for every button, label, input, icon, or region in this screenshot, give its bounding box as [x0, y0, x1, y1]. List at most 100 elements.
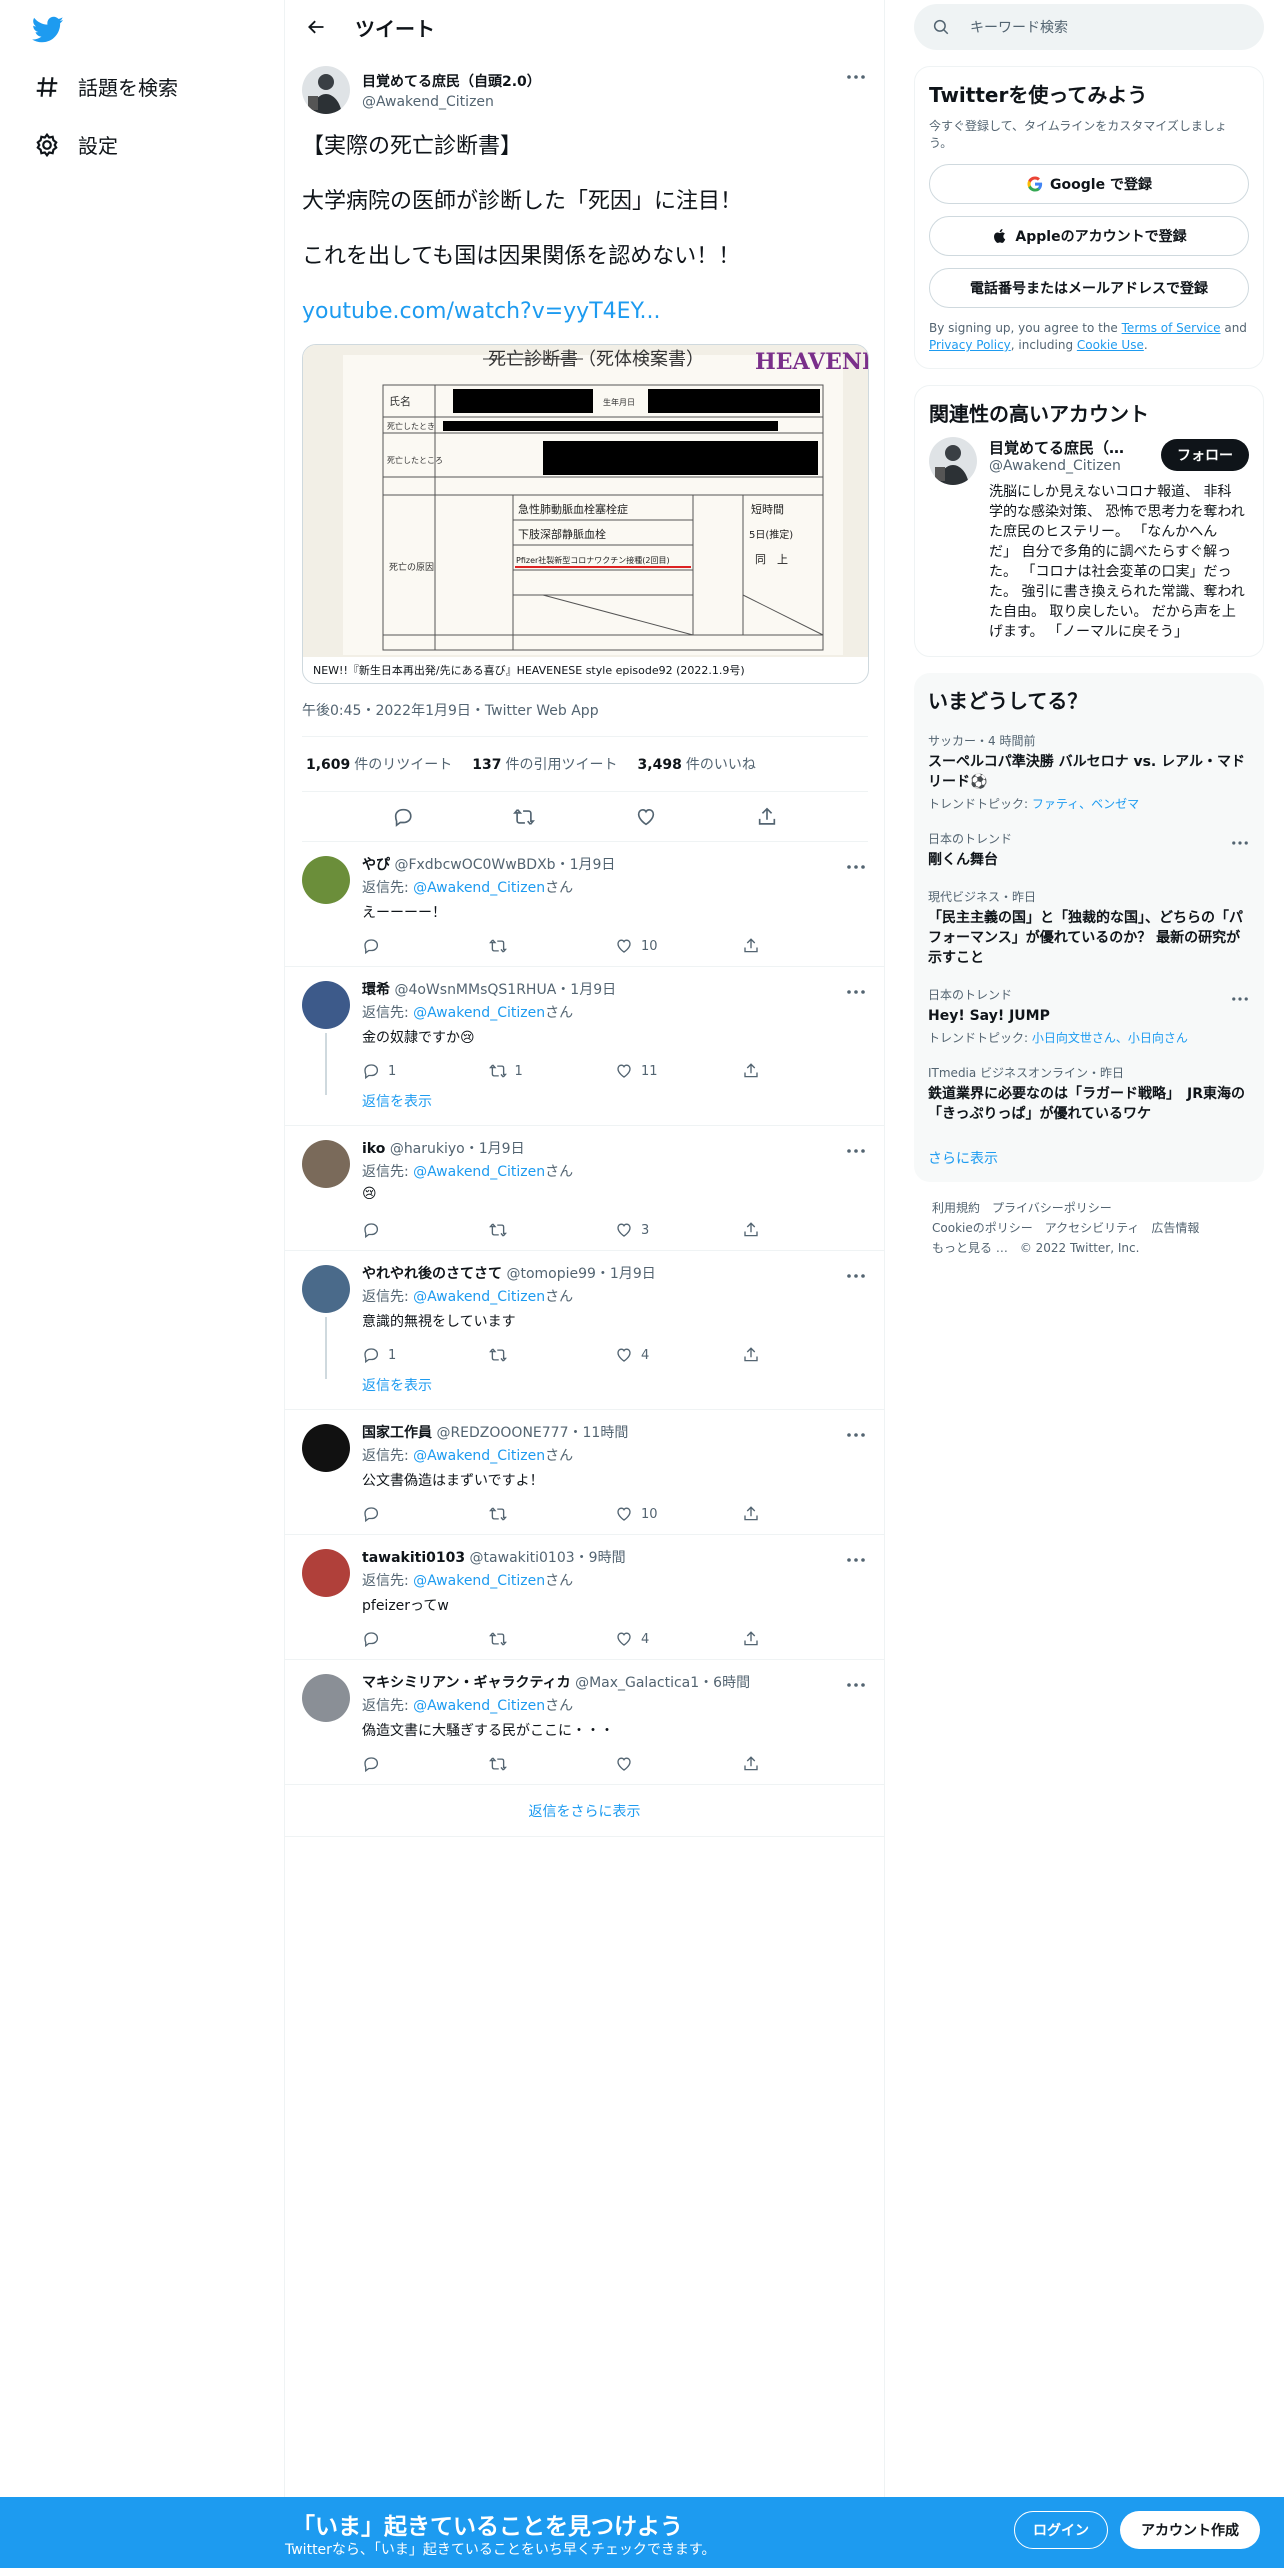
follow-button[interactable]: フォロー: [1161, 439, 1249, 471]
reply-button[interactable]: [362, 1630, 489, 1648]
retweet-button[interactable]: [488, 1755, 616, 1773]
share-button[interactable]: [742, 1505, 869, 1523]
more-options-button[interactable]: [844, 858, 868, 876]
share-button[interactable]: [742, 1755, 869, 1773]
more-options-button[interactable]: [844, 1142, 868, 1160]
reply-time[interactable]: ・11時間: [569, 1425, 629, 1441]
trend-item[interactable]: サッカー・4 時間前 スーペルコパ準決勝 バルセロナ vs. レアル・マドリード⚽…: [928, 732, 1250, 812]
login-button[interactable]: ログイン: [1014, 2511, 1108, 2549]
reply-tweet[interactable]: マキシミリアン・ギャラクティカ @Max_Galactica1・6時間 返信先: …: [285, 1660, 884, 1785]
like-button[interactable]: 4: [615, 1630, 742, 1648]
reply-time[interactable]: ・1月9日: [556, 857, 616, 873]
reply-time[interactable]: ・9時間: [575, 1550, 626, 1566]
replying-to-handle[interactable]: @Awakend_Citizen: [413, 880, 545, 896]
retweet-button[interactable]: [488, 937, 616, 955]
terms-link[interactable]: Terms of Service: [1122, 321, 1221, 335]
avatar[interactable]: [929, 437, 977, 485]
reply-display-name[interactable]: iko: [362, 1141, 385, 1157]
trend-item[interactable]: 日本のトレンド Hey! Say! JUMP トレンドトピック: 小日向文世さん、小…: [928, 986, 1250, 1046]
like-button[interactable]: [615, 1755, 742, 1773]
avatar[interactable]: [302, 1140, 350, 1188]
retweet-button[interactable]: [488, 1346, 616, 1364]
more-replies-button[interactable]: 返信をさらに表示: [285, 1785, 884, 1837]
reply-time[interactable]: ・1月9日: [596, 1266, 656, 1282]
reply-button[interactable]: 1: [362, 1062, 489, 1080]
reply-handle[interactable]: @REDZOOONE777: [436, 1425, 568, 1441]
reply-handle[interactable]: @tomopie99: [506, 1266, 595, 1282]
reply-button[interactable]: [362, 1221, 489, 1239]
author-display-name[interactable]: 目覚めてる庶民（自頭2.0）: [362, 71, 541, 91]
like-button[interactable]: 11: [615, 1062, 742, 1080]
cookie-link[interactable]: Cookie Use: [1077, 338, 1144, 352]
reply-handle[interactable]: @tawakiti0103: [470, 1550, 575, 1566]
more-options-button[interactable]: [1232, 830, 1248, 849]
reply-display-name[interactable]: マキシミリアン・ギャラクティカ: [362, 1675, 571, 1691]
share-button[interactable]: [742, 1221, 869, 1239]
retweet-button[interactable]: 1: [488, 1062, 616, 1080]
privacy-link[interactable]: Privacy Policy: [929, 338, 1011, 352]
replying-to-handle[interactable]: @Awakend_Citizen: [413, 1448, 545, 1464]
nav-explore[interactable]: 話題を検索: [34, 72, 178, 101]
like-button[interactable]: 3: [615, 1221, 742, 1239]
replying-to-handle[interactable]: @Awakend_Citizen: [413, 1164, 545, 1180]
more-options-button[interactable]: [1232, 986, 1248, 1005]
footer-link[interactable]: Cookieのポリシー: [932, 1221, 1033, 1235]
reply-display-name[interactable]: 国家工作員: [362, 1425, 432, 1441]
reply-button[interactable]: [390, 804, 416, 830]
reply-tweet[interactable]: やぴ @FxdbcwOC0WwBDXb・1月9日 返信先: @Awakend_Ci…: [285, 842, 884, 967]
tweet-link[interactable]: youtube.com/watch?v=yyT4EY...: [302, 299, 661, 324]
related-account[interactable]: 目覚めてる庶民（自頭2.0） @Awakend_Citizen 洗脳にしか見えな…: [929, 437, 1249, 642]
reply-display-name[interactable]: 環希: [362, 982, 390, 998]
replying-to-handle[interactable]: @Awakend_Citizen: [413, 1573, 545, 1589]
show-replies-link[interactable]: 返信を表示: [362, 1091, 868, 1111]
tweet-timestamp[interactable]: 午後0:45・2022年1月9日・Twitter Web App: [302, 700, 868, 720]
footer-link[interactable]: もっと見る …: [932, 1241, 1008, 1255]
avatar[interactable]: [302, 1674, 350, 1722]
like-button[interactable]: 10: [615, 1505, 742, 1523]
like-button[interactable]: 10: [615, 937, 742, 955]
more-options-button[interactable]: [844, 983, 868, 1001]
signup-button[interactable]: アカウント作成: [1120, 2511, 1260, 2549]
more-options-button[interactable]: [844, 1426, 868, 1444]
like-button[interactable]: [633, 804, 659, 830]
retweet-button[interactable]: [488, 1630, 616, 1648]
reply-time[interactable]: ・6時間: [699, 1675, 750, 1691]
trend-item[interactable]: 日本のトレンド 剛くん舞台: [928, 830, 1250, 870]
share-button[interactable]: [754, 804, 780, 830]
show-replies-link[interactable]: 返信を表示: [362, 1375, 868, 1395]
footer-link[interactable]: アクセシビリティ: [1045, 1221, 1140, 1235]
reply-handle[interactable]: @FxdbcwOC0WwBDXb: [394, 857, 555, 873]
reply-button[interactable]: [362, 1505, 489, 1523]
share-button[interactable]: [742, 1062, 869, 1080]
google-signup-button[interactable]: Google で登録: [929, 164, 1249, 204]
share-button[interactable]: [742, 937, 869, 955]
trends-show-more[interactable]: さらに表示: [928, 1148, 1250, 1168]
author-handle[interactable]: @Awakend_Citizen: [362, 94, 541, 110]
reply-tweet[interactable]: 国家工作員 @REDZOOONE777・11時間 返信先: @Awakend_Ci…: [285, 1410, 884, 1535]
reply-tweet[interactable]: 環希 @4oWsnMMsQS1RHUA・1月9日 返信先: @Awakend_Ci…: [285, 967, 884, 1126]
share-button[interactable]: [742, 1346, 869, 1364]
trend-topic-link[interactable]: 小日向文世さん、小日向さん: [1032, 1031, 1188, 1045]
footer-link[interactable]: 広告情報: [1151, 1221, 1199, 1235]
reply-display-name[interactable]: やぴ: [362, 857, 390, 873]
replying-to-handle[interactable]: @Awakend_Citizen: [413, 1289, 545, 1305]
footer-link[interactable]: 利用規約: [932, 1201, 980, 1215]
related-name[interactable]: 目覚めてる庶民（自頭2.0）: [989, 437, 1139, 458]
avatar[interactable]: [302, 981, 350, 1029]
reply-handle[interactable]: @4oWsnMMsQS1RHUA: [394, 982, 556, 998]
avatar[interactable]: [302, 1424, 350, 1472]
avatar[interactable]: [302, 856, 350, 904]
apple-signup-button[interactable]: Appleのアカウントで登録: [929, 216, 1249, 256]
avatar[interactable]: [302, 1265, 350, 1313]
reply-time[interactable]: ・1月9日: [465, 1141, 525, 1157]
retweet-button[interactable]: [511, 804, 537, 830]
replying-to-handle[interactable]: @Awakend_Citizen: [413, 1698, 545, 1714]
like-count[interactable]: 3,498 件のいいね: [638, 754, 756, 774]
reply-display-name[interactable]: やれやれ後のさてさて: [362, 1266, 502, 1282]
nav-settings[interactable]: 設定: [34, 130, 118, 159]
trend-item[interactable]: ITmedia ビジネスオンライン・昨日 鉄道業界に必要なのは「ラガード戦略」 J…: [928, 1064, 1250, 1124]
quote-count[interactable]: 137 件の引用ツイート: [472, 754, 617, 774]
more-options-button[interactable]: [844, 68, 868, 86]
more-options-button[interactable]: [844, 1267, 868, 1285]
reply-button[interactable]: [362, 937, 489, 955]
